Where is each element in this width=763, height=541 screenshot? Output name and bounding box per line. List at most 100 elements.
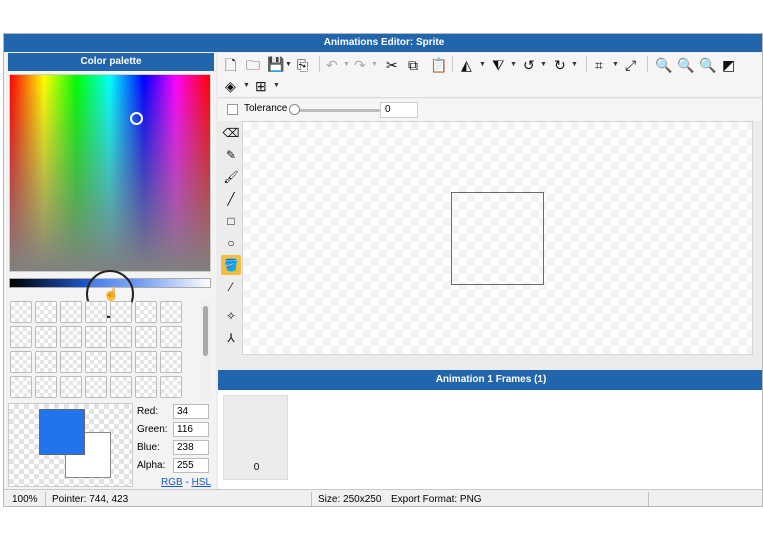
swatch[interactable]	[160, 376, 182, 398]
rotate-left-icon[interactable]: ↺	[523, 57, 535, 73]
flip-h-dropdown-icon[interactable]: ▼	[479, 61, 486, 68]
zoom-fit-icon[interactable]: 🔍	[699, 57, 716, 73]
swatch[interactable]	[35, 326, 57, 348]
window-title: Animations Editor: Sprite	[4, 34, 762, 52]
rotate-left-dropdown-icon[interactable]: ▼	[540, 61, 547, 68]
flip-v-dropdown-icon[interactable]: ▼	[510, 61, 517, 68]
toolbar-separator	[319, 56, 320, 72]
color-spectrum[interactable]	[9, 74, 211, 272]
paste-icon[interactable]: 📋	[430, 57, 447, 73]
swatch[interactable]	[85, 351, 107, 373]
toolbar-separator	[647, 56, 648, 72]
swatch[interactable]	[110, 326, 132, 348]
swatch[interactable]	[160, 326, 182, 348]
flip-vertical-icon[interactable]: ⧨	[492, 57, 505, 73]
open-folder-icon[interactable]: 🗀	[246, 57, 260, 73]
swatch[interactable]	[160, 351, 182, 373]
frame-index: 0	[253, 462, 260, 473]
flip-horizontal-icon[interactable]: ◭	[461, 57, 472, 73]
color-preview	[8, 403, 133, 487]
swatch[interactable]	[85, 376, 107, 398]
rgb-mode-link[interactable]: RGB	[161, 477, 183, 488]
alpha-field[interactable]: 255	[173, 458, 209, 473]
swatch[interactable]	[85, 301, 107, 323]
color-palette-panel: Color palette ☝ Red: 34 Green: 116 Blue:…	[4, 53, 216, 489]
redo-icon[interactable]: ↷	[354, 57, 366, 73]
grid-icon[interactable]: ⊞	[255, 78, 267, 94]
rectangle-icon[interactable]: □	[221, 211, 241, 231]
swatch[interactable]	[85, 326, 107, 348]
hsl-mode-link[interactable]: HSL	[192, 477, 211, 488]
grid-dropdown-icon[interactable]: ▼	[273, 82, 280, 89]
swatch[interactable]	[135, 301, 157, 323]
eyedropper-icon[interactable]: ⁄	[221, 277, 241, 297]
spectrum-selection-ring[interactable]	[130, 112, 143, 125]
swatch[interactable]	[35, 301, 57, 323]
export-icon[interactable]: ⎘	[297, 57, 308, 73]
layers-dropdown-icon[interactable]: ▼	[243, 82, 250, 89]
blue-field[interactable]: 238	[173, 440, 209, 455]
tolerance-slider-knob[interactable]	[289, 104, 300, 115]
ellipse-icon[interactable]: ○	[221, 233, 241, 253]
green-field[interactable]: 116	[173, 422, 209, 437]
eraser-icon[interactable]: ⌫	[221, 123, 241, 143]
frame-thumbnail[interactable]: 0	[223, 395, 288, 480]
canvas-size: Size: 250x250	[318, 494, 382, 505]
zoom-in-icon[interactable]: 🔍	[655, 57, 672, 73]
swatch[interactable]	[135, 351, 157, 373]
zoom-out-icon[interactable]: 🔍	[677, 57, 694, 73]
move-point-icon[interactable]: ✧	[221, 306, 241, 326]
brush-icon[interactable]: 🖌	[221, 167, 241, 187]
swatch[interactable]	[10, 376, 32, 398]
swatch[interactable]	[135, 326, 157, 348]
crop-icon[interactable]: ⌗	[595, 57, 603, 73]
save-icon[interactable]: 💾	[267, 56, 284, 72]
resize-icon[interactable]: ⤢	[625, 57, 636, 73]
save-dropdown-icon[interactable]: ▼	[285, 61, 292, 68]
layers-icon[interactable]: ◈	[225, 78, 236, 94]
redo-dropdown-icon[interactable]: ▼	[371, 61, 378, 68]
rotate-right-icon[interactable]: ↻	[554, 57, 566, 73]
swatch[interactable]	[60, 301, 82, 323]
tolerance-input[interactable]: 0	[380, 102, 418, 118]
fill-bucket-icon[interactable]: 🪣	[221, 255, 241, 275]
node-icon[interactable]: ⅄	[221, 328, 241, 348]
tool-options-bar: Tolerance 0	[218, 99, 762, 121]
sprite-boundary[interactable]	[451, 192, 544, 285]
rotate-right-dropdown-icon[interactable]: ▼	[571, 61, 578, 68]
drawing-canvas[interactable]	[242, 121, 753, 355]
swatch[interactable]	[60, 351, 82, 373]
undo-dropdown-icon[interactable]: ▼	[343, 61, 350, 68]
swatch[interactable]	[110, 301, 132, 323]
status-bar: 100% Pointer: 744, 423 Size: 250x250 Exp…	[4, 489, 762, 506]
crop-dropdown-icon[interactable]: ▼	[612, 61, 619, 68]
swatch[interactable]	[10, 301, 32, 323]
tolerance-checkbox[interactable]	[227, 104, 238, 115]
cut-icon[interactable]: ✂	[386, 57, 398, 73]
swatch[interactable]	[135, 376, 157, 398]
swatch[interactable]	[60, 376, 82, 398]
swatch[interactable]	[160, 301, 182, 323]
swatch[interactable]	[10, 351, 32, 373]
status-separator	[311, 492, 312, 506]
swatch[interactable]	[60, 326, 82, 348]
red-field[interactable]: 34	[173, 404, 209, 419]
swatch[interactable]	[35, 376, 57, 398]
toggle-background-icon[interactable]: ◩	[722, 57, 735, 73]
mode-separator: -	[182, 477, 192, 488]
swatch[interactable]	[35, 351, 57, 373]
undo-icon[interactable]: ↶	[326, 57, 338, 73]
tolerance-slider-track[interactable]	[295, 109, 380, 112]
foreground-color-swatch[interactable]	[39, 409, 85, 455]
color-swatch-grid	[10, 301, 188, 399]
new-file-icon[interactable]: 🗋	[225, 57, 236, 73]
copy-icon[interactable]: ⧉	[408, 57, 418, 73]
line-icon[interactable]: ╱	[221, 189, 241, 209]
swatch[interactable]	[110, 351, 132, 373]
swatch[interactable]	[10, 326, 32, 348]
frames-panel: 0	[218, 390, 762, 489]
swatch-scrollbar[interactable]	[203, 306, 208, 356]
animations-editor-window: Animations Editor: Sprite Color palette …	[3, 33, 763, 507]
pencil-icon[interactable]: ✎	[221, 145, 241, 165]
swatch[interactable]	[110, 376, 132, 398]
